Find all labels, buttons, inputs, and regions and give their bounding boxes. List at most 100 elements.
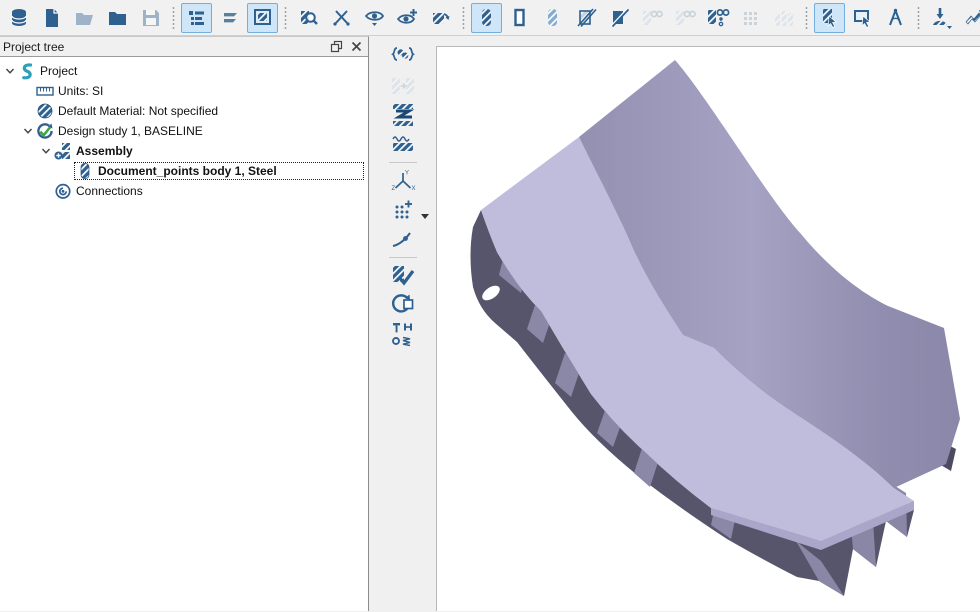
top-toolbar bbox=[0, 0, 980, 36]
tree-item-assembly[interactable]: Assembly bbox=[0, 141, 368, 161]
tree-item-default-material[interactable]: Default Material: Not specified bbox=[0, 101, 368, 121]
mask-parts-button[interactable] bbox=[636, 3, 667, 33]
side-toolbar: Y Z X bbox=[370, 36, 436, 611]
tree-item-label: Connections bbox=[72, 184, 143, 198]
hide-outline-button[interactable] bbox=[570, 3, 601, 33]
fasteners-button[interactable] bbox=[387, 320, 419, 348]
toolbar-separator bbox=[917, 6, 920, 30]
toolbar-separator bbox=[805, 6, 808, 30]
toolbar-separator bbox=[172, 6, 175, 30]
pick-part-icon bbox=[819, 7, 841, 29]
point-grid-icon bbox=[391, 198, 415, 222]
tree-item-connections[interactable]: Connections bbox=[0, 181, 368, 201]
apply-load-button[interactable] bbox=[926, 3, 957, 33]
expander-icon[interactable] bbox=[38, 146, 54, 156]
expander-icon[interactable] bbox=[20, 126, 36, 136]
seam-weld-button[interactable] bbox=[387, 130, 419, 158]
tree-item-label: Design study 1, BASELINE bbox=[54, 124, 203, 138]
mask-icon bbox=[673, 7, 697, 29]
apply-twist-button[interactable] bbox=[959, 3, 980, 33]
show-transparent-button[interactable] bbox=[537, 3, 568, 33]
compass-icon bbox=[885, 7, 907, 29]
contact-stack-button[interactable] bbox=[387, 101, 419, 129]
part-outline-icon bbox=[509, 7, 531, 29]
show-part-button[interactable] bbox=[471, 3, 502, 33]
mask-icon bbox=[640, 7, 664, 29]
svg-text:Z: Z bbox=[392, 186, 396, 192]
monitor-icon bbox=[252, 7, 274, 29]
new-document-button[interactable] bbox=[36, 3, 67, 33]
dropdown-caret-icon[interactable] bbox=[421, 208, 429, 223]
save-icon bbox=[140, 7, 162, 29]
pick-box-icon bbox=[852, 7, 874, 29]
material-icon bbox=[36, 102, 54, 120]
contact-stack-icon bbox=[390, 102, 416, 128]
tree-item-project[interactable]: Project bbox=[0, 61, 368, 81]
bookmarks-icon bbox=[219, 7, 241, 29]
part-transparent-icon bbox=[542, 7, 564, 29]
new-document-icon bbox=[41, 7, 63, 29]
part-group-button[interactable] bbox=[768, 3, 799, 33]
add-view-button[interactable] bbox=[392, 3, 423, 33]
rotate-section-icon bbox=[390, 292, 416, 318]
hide-part-button[interactable] bbox=[603, 3, 634, 33]
point-grid-button[interactable] bbox=[387, 196, 419, 224]
measure-lines-button[interactable] bbox=[326, 3, 357, 33]
svg-text:X: X bbox=[412, 186, 416, 192]
unmask-parts-button[interactable] bbox=[669, 3, 700, 33]
fasteners-icon bbox=[390, 321, 416, 347]
coordinate-axes-button[interactable]: Y Z X bbox=[387, 167, 419, 195]
viewport-3d[interactable] bbox=[436, 46, 980, 611]
project-tree-toggle-button[interactable] bbox=[181, 3, 212, 33]
connections-icon bbox=[54, 182, 72, 200]
tree-item-label: Document_points body 1, Steel bbox=[94, 164, 277, 178]
list-icon bbox=[186, 7, 208, 29]
pick-box-button[interactable] bbox=[847, 3, 878, 33]
twist-ribbon-icon bbox=[963, 7, 980, 29]
rotate-section-button[interactable] bbox=[387, 291, 419, 319]
tree-item-units[interactable]: Units: SI bbox=[0, 81, 368, 101]
crossed-lines-icon bbox=[331, 7, 353, 29]
body-icon bbox=[76, 162, 94, 180]
mask-points-icon bbox=[705, 7, 731, 29]
close-panel-button[interactable] bbox=[347, 39, 365, 55]
viewport-toggle-button[interactable] bbox=[247, 3, 278, 33]
spot-weld-group-button[interactable] bbox=[387, 43, 419, 71]
project-tree: Project Units: SI Default Material: Not … bbox=[0, 57, 368, 201]
part-icon bbox=[476, 7, 498, 29]
apply-check-button[interactable] bbox=[387, 262, 419, 290]
open-folder-button[interactable] bbox=[69, 3, 100, 33]
curve-point-button[interactable] bbox=[387, 225, 419, 253]
section-view-icon bbox=[430, 7, 452, 29]
float-panel-button[interactable] bbox=[327, 39, 345, 55]
panel-titlebar: Project tree bbox=[0, 37, 368, 57]
tree-item-body[interactable]: Document_points body 1, Steel bbox=[0, 161, 368, 181]
svg-text:Y: Y bbox=[405, 171, 409, 177]
model-3d[interactable] bbox=[437, 47, 980, 612]
part-outline-slash-icon bbox=[575, 7, 597, 29]
tree-item-label: Project bbox=[36, 64, 77, 78]
eye-icon bbox=[363, 7, 387, 29]
assembly-icon bbox=[54, 142, 72, 160]
seam-weld-icon bbox=[390, 133, 416, 155]
merge-parts-button[interactable] bbox=[387, 72, 419, 100]
toolbar-separator bbox=[389, 162, 417, 163]
tree-item-design-study[interactable]: Design study 1, BASELINE bbox=[0, 121, 368, 141]
show-hide-button[interactable] bbox=[359, 3, 390, 33]
bookmarks-button[interactable] bbox=[214, 3, 245, 33]
mask-points-button[interactable] bbox=[702, 3, 733, 33]
tree-item-label: Assembly bbox=[72, 144, 133, 158]
panel-title: Project tree bbox=[3, 40, 325, 54]
section-view-button[interactable] bbox=[425, 3, 456, 33]
show-outline-button[interactable] bbox=[504, 3, 535, 33]
expander-icon[interactable] bbox=[2, 66, 18, 76]
pick-part-button[interactable] bbox=[814, 3, 845, 33]
point-grid-button[interactable] bbox=[735, 3, 766, 33]
measure-button[interactable] bbox=[880, 3, 911, 33]
project-database-button[interactable] bbox=[3, 3, 34, 33]
toolbar-separator bbox=[462, 6, 465, 30]
folder-button[interactable] bbox=[102, 3, 133, 33]
save-button[interactable] bbox=[135, 3, 166, 33]
find-part-button[interactable] bbox=[293, 3, 324, 33]
find-part-icon bbox=[298, 7, 320, 29]
